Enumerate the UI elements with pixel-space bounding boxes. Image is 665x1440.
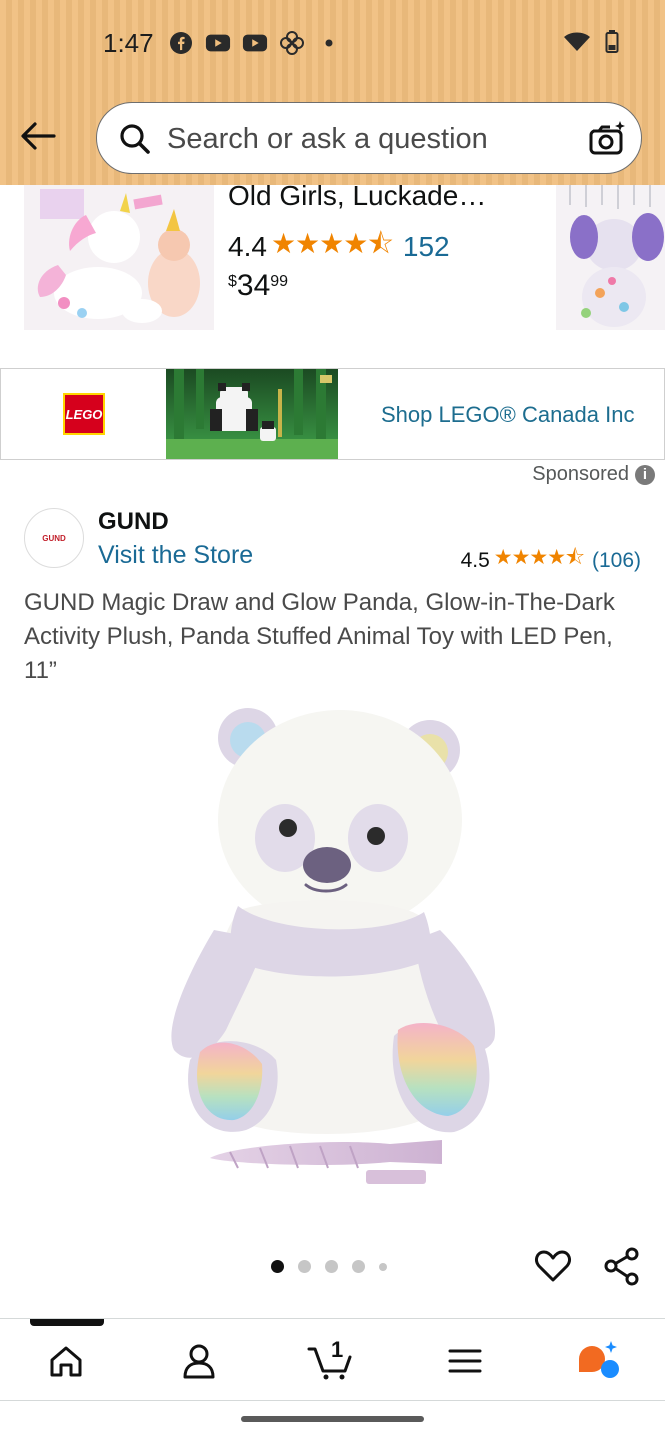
camera-search-icon[interactable] — [587, 119, 627, 164]
active-tab-indicator — [30, 1319, 104, 1326]
lego-logo-text: LEGO — [65, 406, 103, 422]
youtube-icon — [205, 30, 231, 56]
brand-logo-text: GUND — [42, 533, 66, 543]
product-image-gallery[interactable] — [160, 700, 505, 1195]
rufus-assistant-icon — [579, 1341, 619, 1378]
carousel-rating-value: 4.4 — [228, 231, 267, 262]
notification-icons — [168, 30, 342, 56]
search-placeholder: Search or ask a question — [167, 123, 488, 155]
info-icon[interactable]: i — [635, 464, 655, 485]
carousel-product-image-elephant[interactable] — [556, 185, 665, 330]
product-rating-value: 4.5 — [460, 548, 490, 572]
pager-dot-5[interactable] — [379, 1262, 387, 1271]
carousel-product-image-unicorn[interactable] — [24, 185, 214, 330]
lego-logo[interactable]: LEGO — [63, 393, 105, 435]
cart-count: 1 — [331, 1337, 344, 1362]
related-products-carousel: Old Girls, Luckade… 4.4 ★★★★⯪ 152 $3499 — [0, 185, 665, 335]
hamburger-menu-icon — [448, 1349, 482, 1373]
star-rating-icon: ★★★★⯪ — [493, 546, 585, 569]
heart-icon — [535, 1250, 571, 1282]
wishlist-button[interactable] — [533, 1246, 573, 1291]
share-icon — [604, 1247, 639, 1286]
product-title: GUND Magic Draw and Glow Panda, Glow-in-… — [24, 589, 615, 684]
star-rating-icon: ★★★★⯪ — [270, 228, 394, 259]
home-icon — [50, 1346, 82, 1377]
carousel-product-rating[interactable]: 4.4 ★★★★⯪ 152 — [228, 223, 450, 271]
pager-dot-2[interactable] — [298, 1260, 311, 1273]
app-header: 1:47 Search or ask a question — [0, 0, 665, 185]
product-review-count[interactable]: (106) — [592, 549, 641, 573]
sponsored-text: Sponsored — [532, 463, 629, 485]
sponsored-brand-banner[interactable]: LEGO Shop LEGO® Canada Inc — [0, 368, 665, 460]
back-arrow-icon — [21, 122, 56, 150]
facebook-icon — [168, 30, 194, 56]
search-icon — [117, 121, 153, 162]
nav-home[interactable] — [42, 1337, 90, 1385]
carousel-review-count[interactable]: 152 — [403, 231, 450, 263]
nav-cart[interactable]: 1 — [306, 1337, 358, 1385]
pinwheel-icon — [279, 30, 305, 56]
gesture-area-divider — [0, 1400, 665, 1401]
status-time: 1:47 — [103, 28, 154, 58]
nav-rufus-assistant[interactable] — [574, 1337, 622, 1385]
system-icons — [563, 30, 619, 59]
image-pager[interactable] — [271, 1260, 387, 1273]
carousel-product-price: $3499 — [228, 269, 288, 303]
price-currency: $ — [228, 273, 237, 290]
gesture-home-indicator[interactable] — [241, 1416, 424, 1422]
price-whole: 34 — [236, 269, 271, 302]
more-notifications-dot-icon — [316, 30, 342, 56]
pager-dot-1[interactable] — [271, 1260, 284, 1273]
shop-brand-link[interactable]: Shop LEGO® Canada Inc — [381, 402, 634, 428]
back-button[interactable] — [18, 116, 58, 156]
search-bar[interactable]: Search or ask a question — [96, 102, 642, 174]
brand-logo[interactable]: GUND — [24, 508, 84, 568]
youtube-icon-2 — [242, 30, 268, 56]
battery-icon — [605, 30, 619, 59]
visit-store-link[interactable]: Visit the Store — [98, 541, 253, 570]
product-rating[interactable]: 4.5 ★★★★⯪ (106) — [461, 543, 641, 578]
brand-name: GUND — [98, 508, 169, 535]
sponsored-label[interactable]: Sponsored i — [532, 463, 655, 486]
account-icon — [183, 1344, 215, 1379]
ad-product-image-lego-panda[interactable] — [166, 369, 338, 459]
nav-account[interactable] — [175, 1337, 223, 1385]
share-button[interactable] — [602, 1246, 642, 1293]
nav-menu[interactable] — [441, 1337, 489, 1385]
pager-dot-4[interactable] — [352, 1260, 365, 1273]
price-fraction: 99 — [270, 273, 289, 290]
wifi-icon — [563, 31, 591, 58]
carousel-product-title[interactable]: Old Girls, Luckade… — [228, 185, 486, 212]
pager-dot-3[interactable] — [325, 1260, 338, 1273]
